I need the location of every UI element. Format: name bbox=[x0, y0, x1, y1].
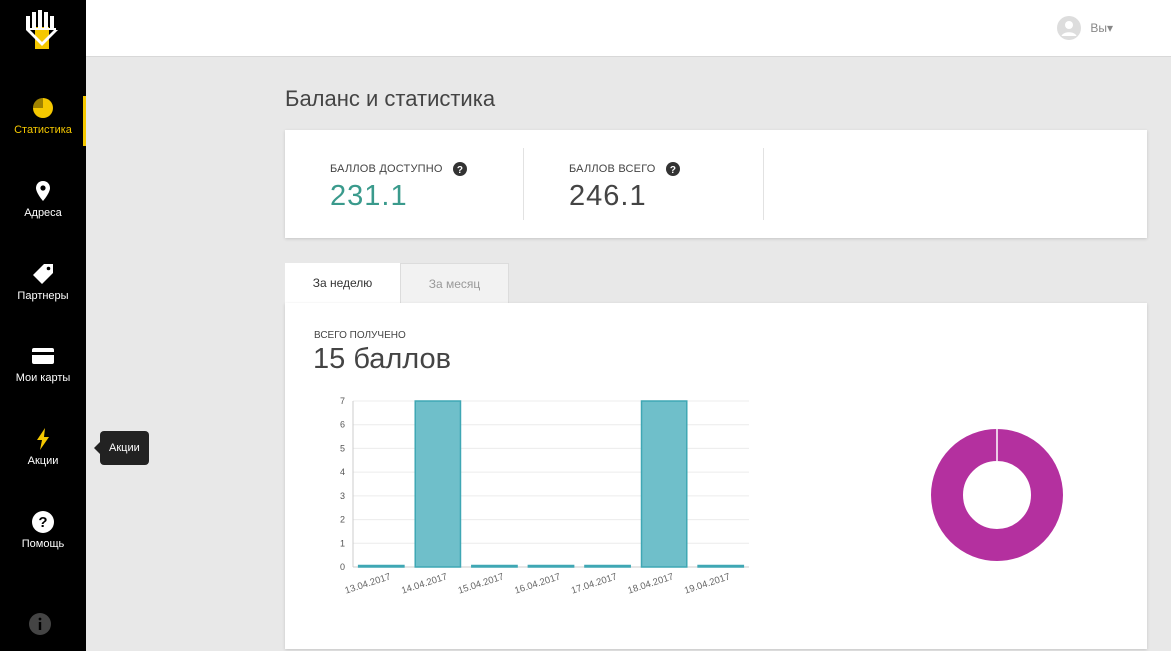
y-tick-label: 5 bbox=[340, 443, 345, 453]
sidebar-item-addresses[interactable]: Адреса bbox=[0, 179, 86, 245]
x-tick-label: 13.04.2017 bbox=[344, 571, 393, 596]
bar bbox=[414, 400, 462, 568]
user-menu[interactable]: Вы▾ bbox=[1057, 16, 1113, 40]
svg-text:?: ? bbox=[38, 514, 47, 531]
x-tick-label: 18.04.2017 bbox=[626, 571, 675, 596]
x-tick-label: 16.04.2017 bbox=[513, 571, 562, 596]
donut-chart bbox=[931, 429, 1063, 561]
y-tick-label: 4 bbox=[340, 467, 345, 477]
sidebar-item-help[interactable]: ? Помощь bbox=[0, 510, 86, 576]
y-tick-label: 1 bbox=[340, 538, 345, 548]
x-tick-label: 19.04.2017 bbox=[683, 571, 732, 596]
balance-card: БАЛЛОВ ДОСТУПНО ? 231.1 БАЛЛОВ ВСЕГО ? 2… bbox=[285, 130, 1147, 238]
bar bbox=[357, 564, 405, 568]
y-tick-label: 2 bbox=[340, 515, 345, 525]
x-tick-label: 14.04.2017 bbox=[400, 571, 449, 596]
bar bbox=[527, 564, 575, 568]
credit-card-icon bbox=[32, 348, 54, 364]
help-icon: ? bbox=[32, 511, 54, 533]
sidebar-item-label: Адреса bbox=[24, 207, 62, 219]
x-tick-label: 17.04.2017 bbox=[570, 571, 619, 596]
bar bbox=[640, 400, 688, 568]
bar-chart: 0 1 2 3 4 5 6 7 13.04.2017 14.04.2017 15.04.2017 16… bbox=[340, 396, 749, 597]
total-points-value: 246.1 bbox=[569, 180, 647, 212]
sidebar-item-label: Статистика bbox=[14, 124, 72, 136]
bar bbox=[584, 564, 631, 568]
y-tick-label: 0 bbox=[340, 562, 345, 572]
info-icon[interactable] bbox=[29, 613, 51, 635]
sidebar-item-label: Акции bbox=[27, 455, 59, 467]
tab-month[interactable]: За месяц bbox=[400, 263, 509, 304]
sidebar-item-partners[interactable]: Партнеры bbox=[0, 262, 86, 328]
pie-chart-icon bbox=[33, 98, 53, 118]
tooltip-promotions: Акции bbox=[94, 431, 149, 465]
total-received-label: ВСЕГО ПОЛУЧЕНО bbox=[314, 330, 406, 341]
bar bbox=[697, 564, 745, 568]
top-bar: Вы▾ bbox=[86, 0, 1171, 57]
sidebar-item-statistics[interactable]: Статистика bbox=[0, 96, 86, 162]
sidebar-item-label: Помощь bbox=[21, 538, 65, 550]
logo bbox=[26, 10, 58, 49]
sidebar-item-label: Партнеры bbox=[17, 290, 69, 302]
divider bbox=[763, 148, 764, 220]
sidebar-item-promotions[interactable]: Акции bbox=[0, 427, 86, 493]
total-points: БАЛЛОВ ВСЕГО ? 246.1 bbox=[569, 162, 680, 213]
user-avatar-icon bbox=[1057, 16, 1082, 40]
available-points: БАЛЛОВ ДОСТУПНО ? 231.1 bbox=[330, 162, 467, 213]
svg-text:?: ? bbox=[669, 165, 675, 176]
map-pin-icon bbox=[36, 181, 50, 201]
available-points-value: 231.1 bbox=[330, 180, 408, 212]
stats-card: ВСЕГО ПОЛУЧЕНО 15 баллов 0 1 2 3 4 5 6 7 13.04.2… bbox=[285, 303, 1147, 649]
total-received-value: 15 баллов bbox=[313, 343, 452, 375]
help-icon[interactable]: ? bbox=[452, 162, 467, 176]
total-points-label: БАЛЛОВ ВСЕГО bbox=[569, 163, 656, 175]
y-tick-label: 6 bbox=[340, 420, 345, 430]
x-tick-label: 15.04.2017 bbox=[457, 571, 506, 596]
page-title: Баланс и статистика bbox=[285, 86, 496, 111]
sidebar-item-my-cards[interactable]: Мои карты bbox=[0, 344, 86, 410]
bar bbox=[471, 564, 518, 568]
y-tick-label: 7 bbox=[340, 396, 345, 406]
tag-icon bbox=[33, 264, 53, 284]
svg-text:?: ? bbox=[456, 165, 462, 176]
available-points-label: БАЛЛОВ ДОСТУПНО bbox=[330, 163, 443, 175]
divider bbox=[523, 148, 524, 220]
y-tick-label: 3 bbox=[340, 491, 345, 501]
lightning-icon bbox=[37, 428, 49, 450]
tab-week[interactable]: За неделю bbox=[285, 263, 400, 304]
help-icon[interactable]: ? bbox=[665, 162, 680, 176]
sidebar-item-label: Мои карты bbox=[15, 372, 71, 384]
sidebar: Статистика Адреса Партнеры Мои карты Акц… bbox=[0, 0, 86, 651]
user-name: Вы▾ bbox=[1090, 21, 1113, 35]
